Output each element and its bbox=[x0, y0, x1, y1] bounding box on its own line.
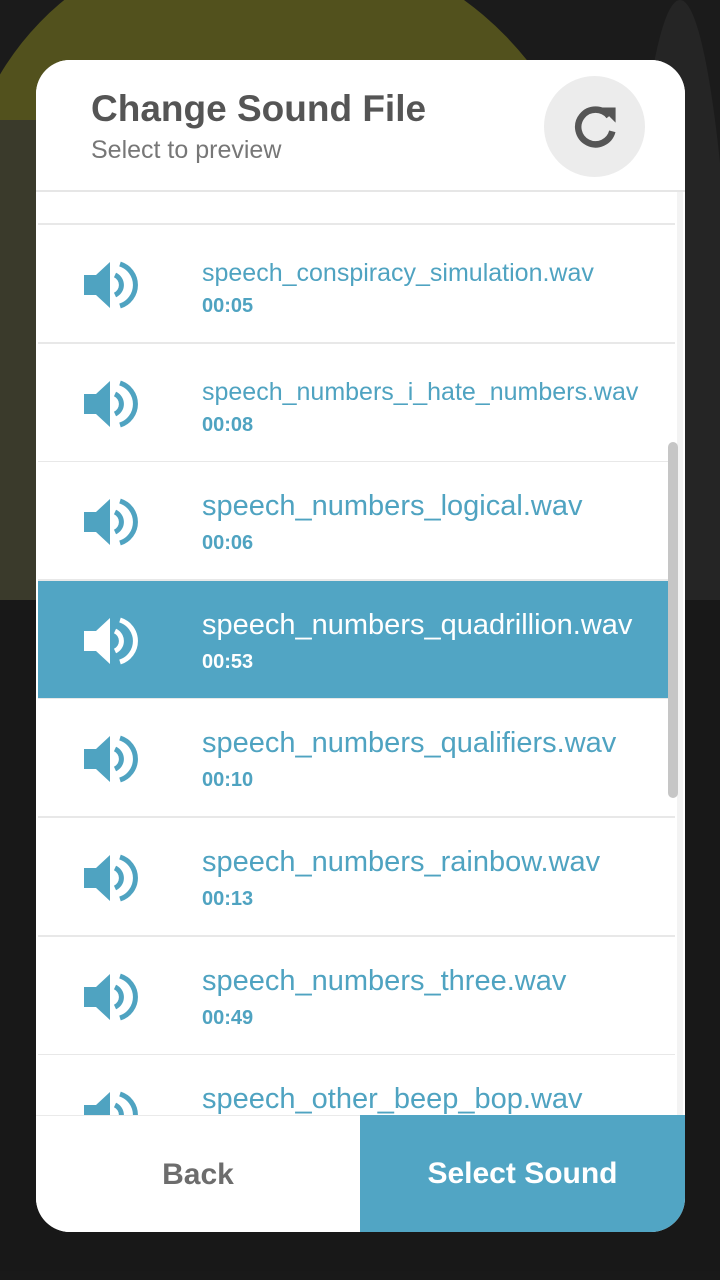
sound-duration: 00:05 bbox=[202, 295, 254, 317]
speaker-icon bbox=[82, 1089, 138, 1117]
sound-duration: 00:06 bbox=[202, 532, 254, 555]
speaker-icon bbox=[82, 971, 138, 1023]
sound-list-item[interactable]: speech_numbers_logical.wav 00:06 bbox=[38, 462, 675, 582]
speaker-icon bbox=[82, 496, 138, 548]
sound-file-name: speech_numbers_quadrillion.wav bbox=[202, 608, 633, 641]
dialog-header: Change Sound File Select to preview bbox=[36, 60, 685, 190]
sound-file-name: speech_numbers_logical.wav bbox=[202, 490, 583, 523]
sound-duration: 00:49 bbox=[202, 1006, 254, 1029]
select-sound-button[interactable]: Select Sound bbox=[360, 1115, 685, 1232]
speaker-icon bbox=[82, 378, 138, 430]
refresh-button[interactable] bbox=[544, 76, 645, 177]
sound-file-name: speech_numbers_three.wav bbox=[202, 964, 567, 997]
sound-file-name: speech_other_beep_bop.wav bbox=[202, 1083, 583, 1116]
dialog-title: Change Sound File bbox=[91, 88, 427, 129]
sound-list-item[interactable]: speech_numbers_quadrillion.wav 00:53 bbox=[38, 580, 675, 700]
sound-duration: 00:10 bbox=[202, 769, 254, 792]
dialog-footer: Back Select Sound bbox=[36, 1115, 685, 1232]
sound-file-name: speech_numbers_i_hate_numbers.wav bbox=[202, 377, 639, 406]
speaker-icon bbox=[82, 733, 138, 785]
back-button[interactable]: Back bbox=[36, 1115, 360, 1232]
sound-list-item[interactable]: speech_other_beep_bop.wav bbox=[38, 1055, 675, 1117]
sound-list-item[interactable]: speech_numbers_rainbow.wav 00:13 bbox=[38, 818, 675, 937]
refresh-icon bbox=[574, 105, 616, 148]
sound-list-item[interactable]: speech_numbers_qualifiers.wav 00:10 bbox=[38, 699, 675, 819]
speaker-icon bbox=[82, 615, 138, 667]
sound-file-name: speech_numbers_rainbow.wav bbox=[202, 846, 601, 878]
sound-duration: 00:08 bbox=[202, 413, 254, 436]
sound-file-list[interactable]: speech_conspiracy_simulation.wav 00:05 spe… bbox=[36, 190, 685, 1117]
sound-file-name: speech_numbers_qualifiers.wav bbox=[202, 727, 617, 760]
sound-duration: 00:53 bbox=[202, 650, 254, 673]
speaker-icon bbox=[82, 259, 138, 311]
sound-list-item[interactable]: speech_numbers_i_hate_numbers.wav 00:08 bbox=[38, 343, 675, 463]
sound-list-item[interactable]: speech_numbers_three.wav 00:49 bbox=[38, 936, 675, 1056]
sound-duration: 00:13 bbox=[202, 888, 254, 910]
list-item-partial bbox=[38, 192, 675, 225]
sound-list-item[interactable]: speech_conspiracy_simulation.wav 00:05 bbox=[38, 225, 675, 344]
scrollbar-thumb[interactable] bbox=[668, 442, 678, 798]
change-sound-dialog: Change Sound File Select to preview spee… bbox=[36, 60, 685, 1232]
speaker-icon bbox=[82, 852, 138, 904]
dialog-subtitle: Select to preview bbox=[91, 136, 282, 164]
sound-file-name: speech_conspiracy_simulation.wav bbox=[202, 259, 594, 287]
